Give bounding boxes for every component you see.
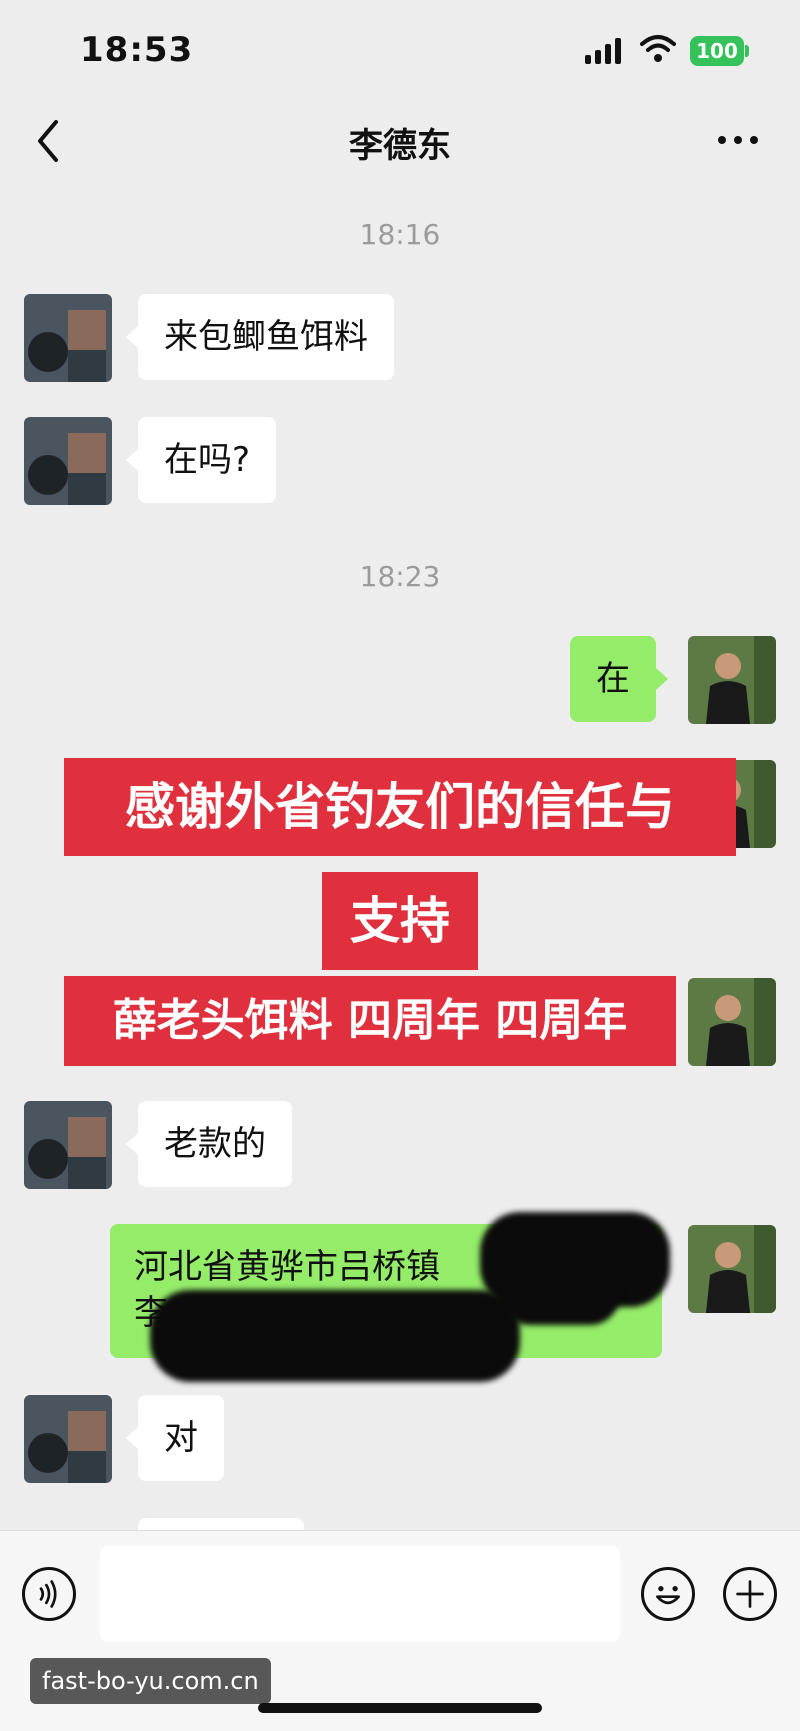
battery-tip [745, 45, 749, 57]
more-options-icon[interactable] [718, 136, 758, 144]
site-watermark: fast-bo-yu.com.cn [30, 1658, 271, 1704]
message-bubble-incoming[interactable]: 老款的 [126, 1101, 292, 1187]
timestamp: 18:16 [359, 218, 441, 251]
message-bubble-incoming[interactable]: 来包鲫鱼饵料 [126, 294, 394, 380]
promo-banner-line2: 支持 [322, 872, 478, 970]
message-bubble-outgoing[interactable]: 在 [570, 636, 668, 722]
contact-avatar[interactable] [24, 417, 112, 505]
redaction-mark [150, 1290, 520, 1382]
contact-avatar[interactable] [24, 1395, 112, 1483]
home-indicator[interactable] [258, 1703, 542, 1713]
contact-avatar[interactable] [24, 294, 112, 382]
emoji-icon[interactable] [641, 1567, 695, 1621]
message-input[interactable] [100, 1546, 620, 1642]
contact-avatar[interactable] [24, 1101, 112, 1189]
timestamp: 18:23 [359, 560, 441, 593]
add-more-icon[interactable] [723, 1567, 777, 1621]
voice-input-icon[interactable] [22, 1567, 76, 1621]
my-avatar[interactable] [688, 978, 776, 1066]
promo-banner-line1: 感谢外省钓友们的信任与 [64, 758, 736, 856]
redaction-mark [500, 1265, 620, 1325]
status-time: 18:53 [80, 30, 194, 70]
promo-banner-line3: 薛老头饵料 四周年 四周年 [64, 976, 676, 1066]
message-bubble-incoming[interactable]: 在吗? [125, 417, 277, 503]
battery-indicator: 100 [690, 36, 744, 66]
wifi-icon [640, 35, 676, 62]
my-avatar[interactable] [688, 636, 776, 724]
chat-title: 李德东 [349, 126, 451, 166]
cellular-signal-icon [585, 38, 621, 64]
my-avatar[interactable] [688, 1225, 776, 1313]
message-bubble-incoming[interactable]: 对 [126, 1395, 224, 1481]
